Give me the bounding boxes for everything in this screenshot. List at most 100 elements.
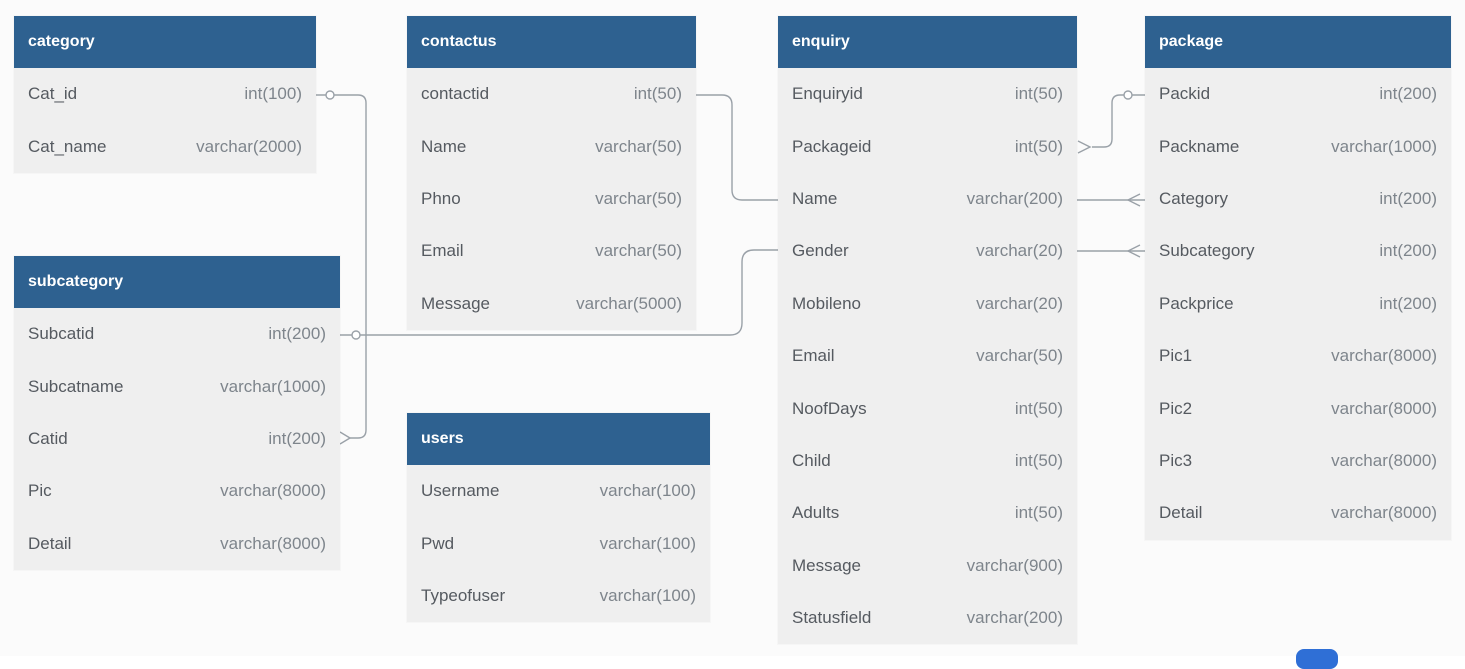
- column-type: varchar(8000): [1331, 450, 1437, 470]
- table-header-contactus[interactable]: contactus: [407, 16, 696, 68]
- column-type: int(200): [1379, 84, 1437, 104]
- column-type: varchar(8000): [1331, 503, 1437, 523]
- column-name: contactid: [421, 84, 490, 104]
- column-type: varchar(100): [599, 481, 696, 501]
- column-type: int(100): [244, 84, 302, 104]
- table-row[interactable]: Mobileno varchar(20): [778, 278, 1077, 330]
- column-type: int(200): [1379, 293, 1437, 313]
- table-row[interactable]: Cat_id int(100): [14, 68, 316, 120]
- table-row[interactable]: Enquiryid int(50): [778, 68, 1077, 120]
- column-name: Packageid: [792, 136, 872, 156]
- column-type: varchar(50): [595, 241, 682, 261]
- table-row[interactable]: Gender varchar(20): [778, 225, 1077, 277]
- column-name: Typeofuser: [421, 585, 506, 605]
- column-type: int(50): [1014, 136, 1063, 156]
- column-name: Pwd: [421, 533, 455, 553]
- column-name: Pic2: [1159, 398, 1193, 418]
- column-name: Detail: [28, 533, 72, 553]
- table-row[interactable]: Adults int(50): [778, 487, 1077, 539]
- column-type: varchar(100): [599, 585, 696, 605]
- column-name: Adults: [792, 503, 840, 523]
- column-type: int(200): [1379, 241, 1437, 261]
- table-row[interactable]: Phno varchar(50): [407, 173, 696, 225]
- column-name: Statusfield: [792, 608, 872, 628]
- column-name: Catid: [28, 428, 68, 448]
- table-row[interactable]: Email varchar(50): [407, 225, 696, 277]
- column-type: varchar(2000): [196, 136, 302, 156]
- column-name: Username: [421, 481, 500, 501]
- table-row[interactable]: Pic3 varchar(8000): [1145, 435, 1451, 487]
- table-header-users[interactable]: users: [407, 413, 710, 465]
- table-row[interactable]: Email varchar(50): [778, 330, 1077, 382]
- crowfoot-enquiry-packageid: [1077, 140, 1092, 154]
- table-row[interactable]: Subcatname varchar(1000): [14, 360, 340, 412]
- table-row[interactable]: Pic varchar(8000): [14, 465, 340, 517]
- table-row[interactable]: Name varchar(200): [778, 173, 1077, 225]
- column-type: int(50): [633, 84, 682, 104]
- column-name: Subcatname: [28, 376, 124, 396]
- table-row[interactable]: Category int(200): [1145, 173, 1451, 225]
- column-name: NoofDays: [792, 398, 867, 418]
- column-type: int(50): [1014, 84, 1063, 104]
- column-type: varchar(8000): [1331, 398, 1437, 418]
- table-row[interactable]: Cat_name varchar(2000): [14, 120, 316, 172]
- table-row[interactable]: Detail varchar(8000): [14, 518, 340, 570]
- link-origin-subcatid: [351, 330, 361, 340]
- table-row[interactable]: Child int(50): [778, 435, 1077, 487]
- column-name: Subcatid: [28, 324, 95, 344]
- column-type: int(200): [268, 324, 326, 344]
- column-name: Message: [792, 555, 861, 575]
- table-header-package[interactable]: package: [1145, 16, 1451, 68]
- column-type: varchar(50): [976, 346, 1063, 366]
- diagram-canvas: category Cat_id int(100) Cat_name varcha…: [0, 0, 1465, 669]
- column-name: Message: [421, 293, 490, 313]
- column-type: varchar(5000): [576, 293, 682, 313]
- table-row[interactable]: Packprice int(200): [1145, 278, 1451, 330]
- table-row[interactable]: Packid int(200): [1145, 68, 1451, 120]
- column-type: varchar(100): [599, 533, 696, 553]
- column-type: varchar(8000): [220, 533, 326, 553]
- column-type: int(200): [1379, 188, 1437, 208]
- table-row[interactable]: Username varchar(100): [407, 465, 710, 517]
- table-row[interactable]: Subcategory int(200): [1145, 225, 1451, 277]
- column-name: Packname: [1159, 136, 1240, 156]
- table-header-category[interactable]: category: [14, 16, 316, 68]
- table-row[interactable]: Typeofuser varchar(100): [407, 570, 710, 622]
- table-subcategory[interactable]: subcategory Subcatid int(200) Subcatname…: [14, 256, 340, 570]
- table-row[interactable]: Pic2 varchar(8000): [1145, 382, 1451, 434]
- column-type: varchar(20): [976, 241, 1063, 261]
- column-name: Email: [421, 241, 464, 261]
- table-row[interactable]: Pic1 varchar(8000): [1145, 330, 1451, 382]
- table-row[interactable]: Detail varchar(8000): [1145, 487, 1451, 539]
- table-row[interactable]: Catid int(200): [14, 413, 340, 465]
- table-row[interactable]: Packname varchar(1000): [1145, 120, 1451, 172]
- column-name: Child: [792, 450, 831, 470]
- column-type: varchar(200): [966, 608, 1063, 628]
- column-type: int(200): [268, 428, 326, 448]
- table-package[interactable]: package Packid int(200) Packname varchar…: [1145, 16, 1451, 540]
- table-contactus[interactable]: contactus contactid int(50) Name varchar…: [407, 16, 696, 330]
- table-row[interactable]: Message varchar(5000): [407, 278, 696, 330]
- table-row[interactable]: Packageid int(50): [778, 120, 1077, 172]
- column-name: Enquiryid: [792, 84, 863, 104]
- table-row[interactable]: Message varchar(900): [778, 540, 1077, 592]
- table-category[interactable]: category Cat_id int(100) Cat_name varcha…: [14, 16, 316, 173]
- crowfoot-package-subcategory: [1126, 244, 1141, 258]
- column-name: Detail: [1159, 503, 1203, 523]
- table-row[interactable]: contactid int(50): [407, 68, 696, 120]
- table-row[interactable]: Pwd varchar(100): [407, 517, 710, 569]
- table-row[interactable]: NoofDays int(50): [778, 382, 1077, 434]
- table-row[interactable]: Statusfield varchar(200): [778, 592, 1077, 644]
- table-users[interactable]: users Username varchar(100) Pwd varchar(…: [407, 413, 710, 623]
- column-type: varchar(200): [966, 188, 1063, 208]
- table-header-subcategory[interactable]: subcategory: [14, 256, 340, 308]
- table-enquiry[interactable]: enquiry Enquiryid int(50) Packageid int(…: [778, 16, 1077, 645]
- column-name: Pic3: [1159, 450, 1193, 470]
- table-header-enquiry[interactable]: enquiry: [778, 16, 1077, 68]
- column-name: Category: [1159, 188, 1228, 208]
- column-type: varchar(8000): [1331, 346, 1437, 366]
- table-row[interactable]: Subcatid int(200): [14, 308, 340, 360]
- table-row[interactable]: Name varchar(50): [407, 120, 696, 172]
- column-type: varchar(50): [595, 136, 682, 156]
- corner-badge[interactable]: [1296, 649, 1338, 669]
